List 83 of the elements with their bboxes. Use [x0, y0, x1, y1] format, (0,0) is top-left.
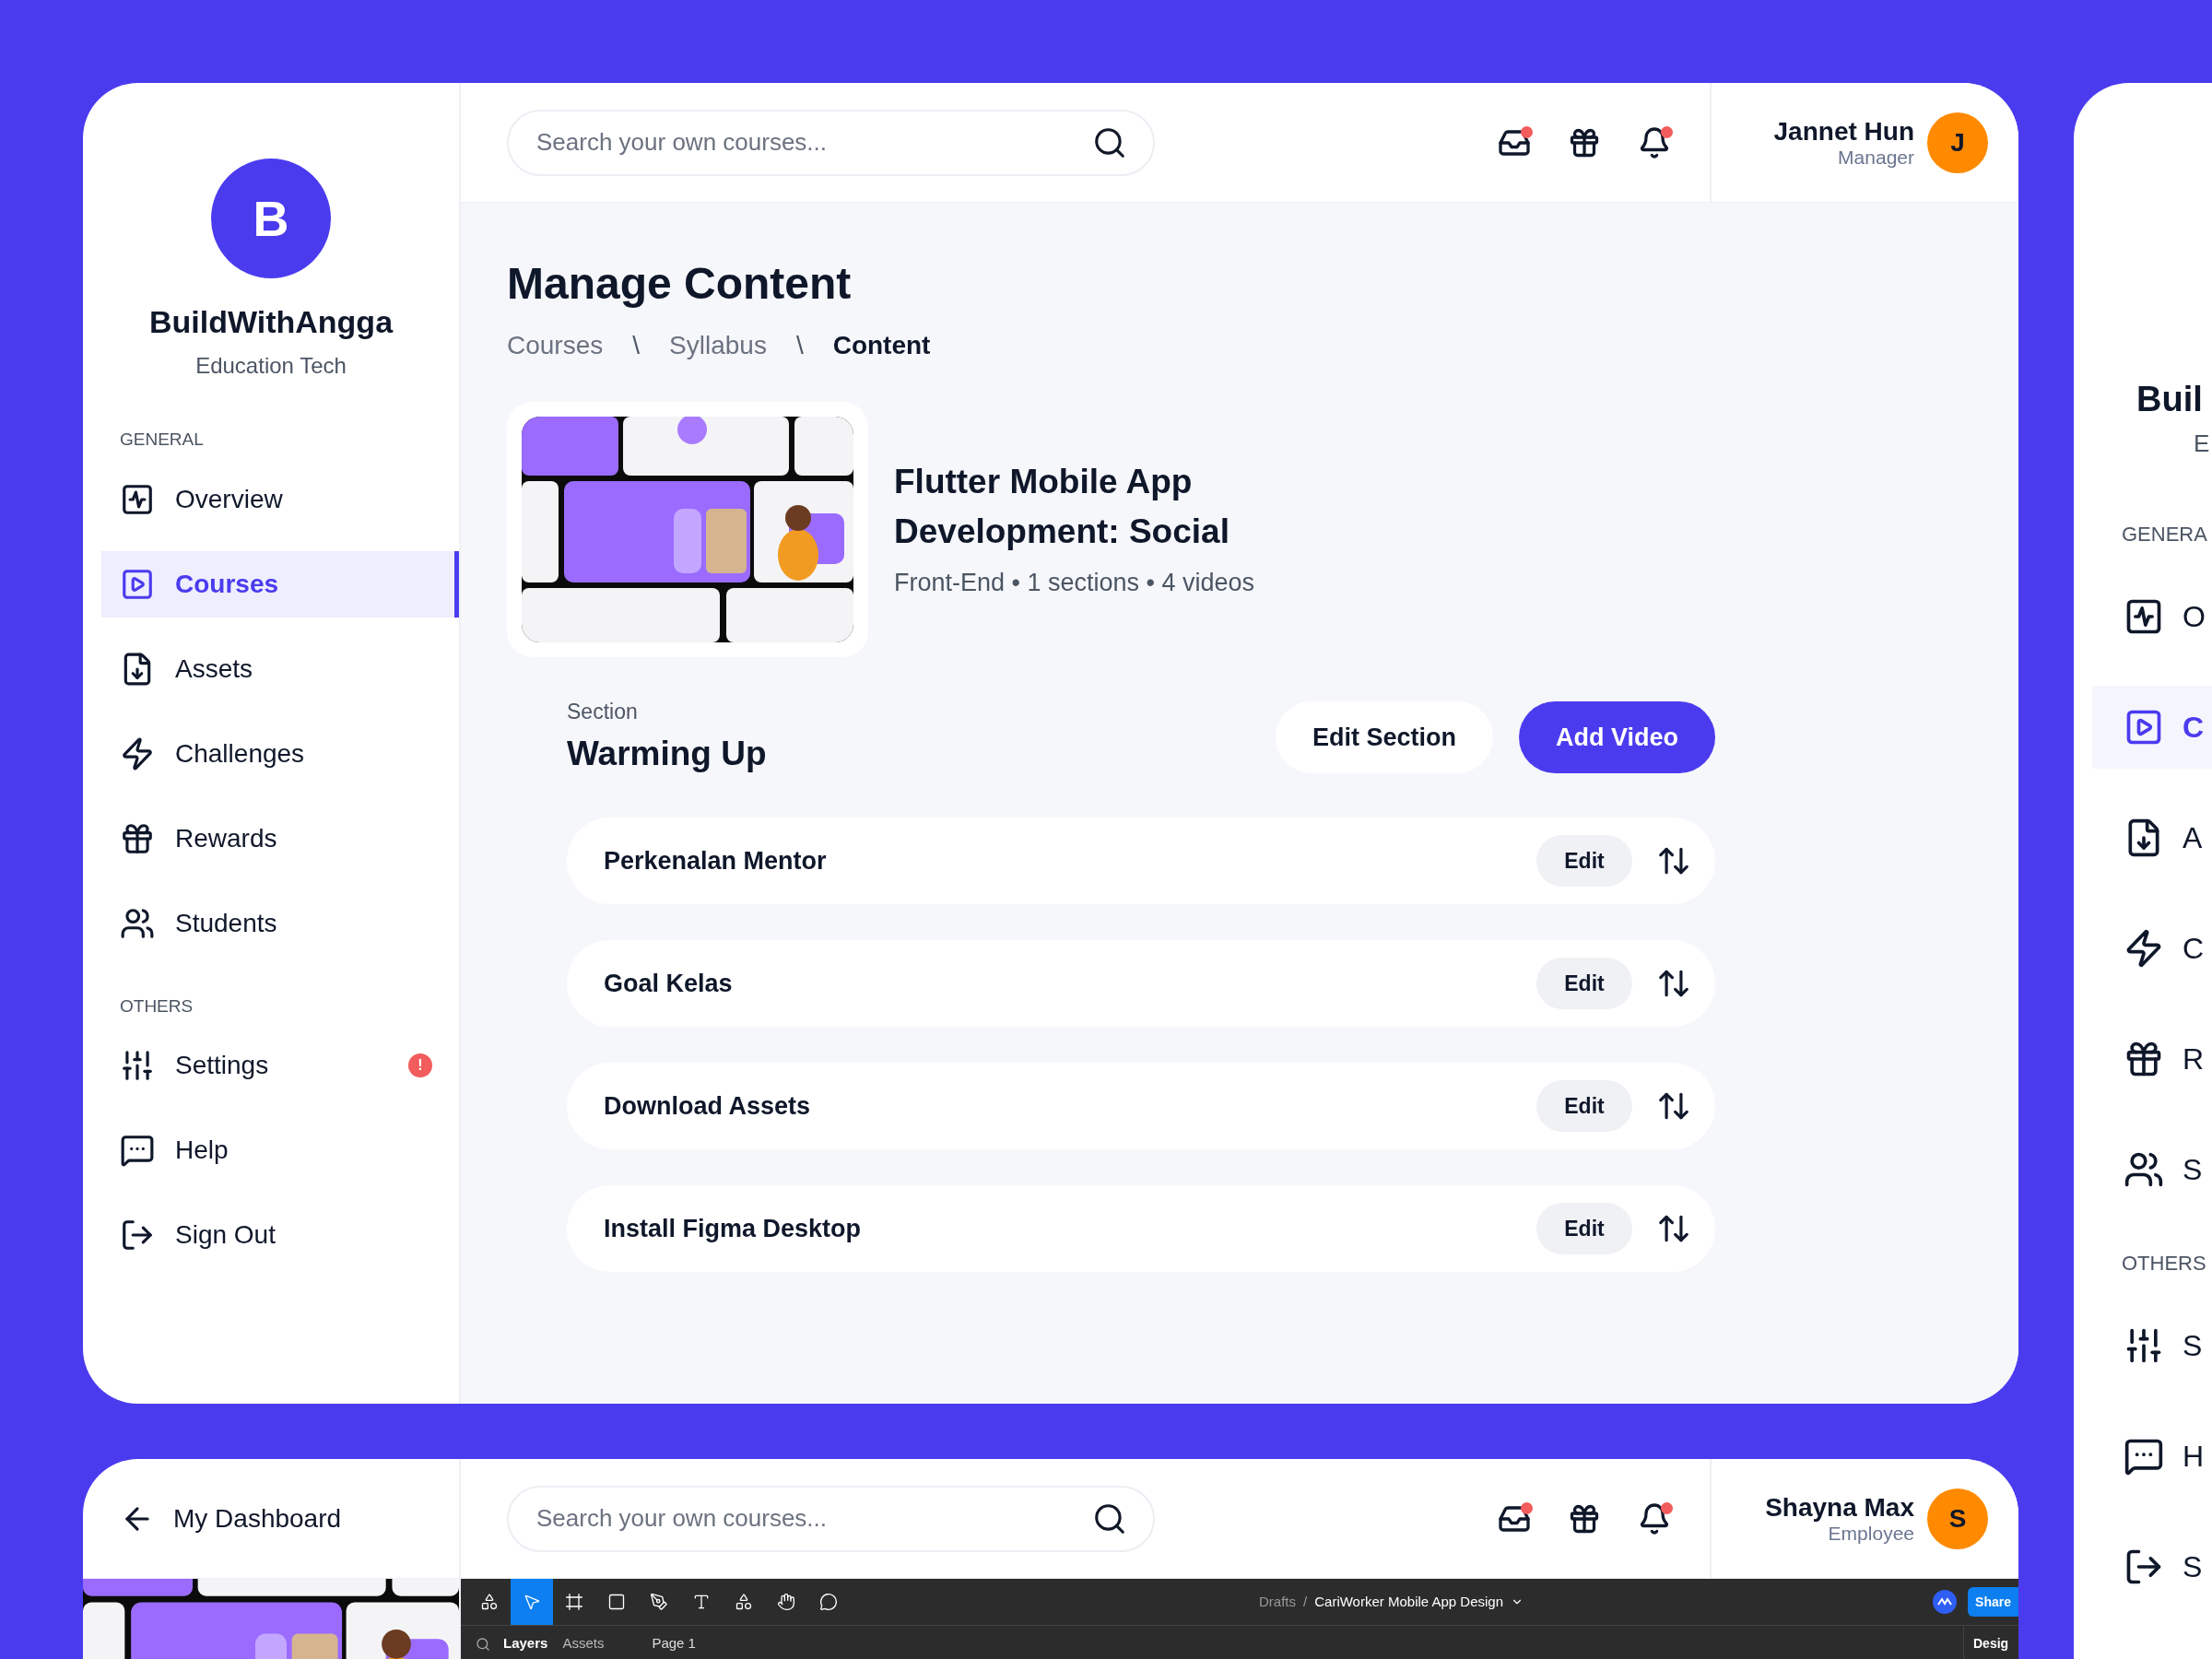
- section-title: Warming Up: [567, 733, 767, 774]
- add-video-button[interactable]: Add Video: [1519, 701, 1715, 773]
- shapes-icon: [480, 1593, 499, 1611]
- square-icon: [607, 1593, 626, 1611]
- edit-button[interactable]: Edit: [1536, 835, 1632, 887]
- nav-item[interactable]: Rewards: [101, 805, 459, 872]
- section-heading: GENERAL: [119, 429, 205, 451]
- back-link[interactable]: My Dashboard: [120, 1499, 342, 1538]
- course-title: Flutter Mobile App Development: Social: [894, 462, 1230, 553]
- nav-item[interactable]: Assets: [101, 635, 459, 702]
- panel-tab[interactable]: Layers: [503, 1633, 548, 1654]
- nav-item[interactable]: S: [2092, 1128, 2212, 1211]
- user-avatar[interactable]: [1933, 1590, 1958, 1614]
- bell-icon: [1638, 125, 1671, 159]
- lesson-title: Perkenalan Mentor: [604, 845, 828, 877]
- sign-out-icon: [120, 1218, 155, 1253]
- share-button[interactable]: Share: [1968, 1587, 2018, 1617]
- user-name: Jannet Hun: [1773, 118, 1914, 145]
- comment-icon: [819, 1593, 838, 1611]
- lesson-title: Goal Kelas: [604, 968, 734, 999]
- page-selector[interactable]: Page 1: [652, 1633, 696, 1654]
- path-separator: /: [1303, 1592, 1308, 1611]
- alert-badge: !: [408, 1053, 432, 1077]
- nav-item[interactable]: O: [2092, 575, 2212, 658]
- chat-icon: [120, 1133, 155, 1168]
- edit-button[interactable]: Edit: [1536, 1080, 1632, 1132]
- search-field[interactable]: Search your own courses...: [507, 109, 1155, 176]
- search-field[interactable]: Search your own courses...: [507, 1485, 1155, 1552]
- breadcrumb-link[interactable]: Syllabus: [669, 326, 767, 365]
- bell-icon: [1638, 1501, 1671, 1535]
- nav-item[interactable]: S: [2092, 1304, 2212, 1387]
- section-heading: OTHERS: [2121, 1251, 2207, 1277]
- frame-icon: [565, 1593, 583, 1611]
- breadcrumb-separator: \: [795, 330, 804, 361]
- nav-item[interactable]: S: [2092, 1525, 2212, 1608]
- nav-item[interactable]: C: [2092, 907, 2212, 990]
- brand-name: Buil: [2136, 379, 2204, 420]
- components-icon: [735, 1593, 753, 1611]
- user-role: Manager: [1838, 147, 1914, 167]
- lightning-icon: [120, 735, 155, 771]
- edit-button[interactable]: Edit: [1536, 1203, 1632, 1254]
- section-label: Section: [567, 699, 639, 725]
- search-icon[interactable]: [476, 1636, 490, 1652]
- folder-link[interactable]: Drafts: [1259, 1591, 1297, 1613]
- user-role: Employee: [1828, 1523, 1914, 1543]
- nav-item[interactable]: Challenges: [101, 720, 459, 787]
- avatar[interactable]: S: [1927, 1488, 1988, 1549]
- sliders-icon: [120, 1048, 155, 1083]
- lesson-title: Download Assets: [604, 1090, 812, 1122]
- nav-item[interactable]: Help: [101, 1117, 459, 1183]
- wave-icon: [1937, 1597, 1953, 1606]
- brand-name: BuildWithAngga: [148, 303, 394, 341]
- nav-item[interactable]: Overview: [101, 465, 459, 533]
- breadcrumb-link[interactable]: Content: [832, 326, 931, 365]
- nav-item[interactable]: Courses: [101, 550, 459, 618]
- section-heading: OTHERS: [119, 994, 194, 1018]
- pointer-icon: [523, 1593, 541, 1611]
- hand-icon: [777, 1593, 795, 1611]
- brand-subtitle: E: [2193, 429, 2211, 459]
- nav-item[interactable]: Students: [101, 889, 459, 957]
- edit-button[interactable]: Edit: [1536, 958, 1632, 1009]
- edit-section-button[interactable]: Edit Section: [1275, 701, 1493, 773]
- nav-item[interactable]: H: [2092, 1415, 2212, 1498]
- nav-item[interactable]: C: [2092, 686, 2212, 769]
- page-title: Manage Content: [507, 258, 853, 310]
- section-heading: GENERA: [2121, 522, 2208, 547]
- user-name: Shayna Max: [1765, 1494, 1914, 1521]
- course-meta: Front-End • 1 sections • 4 videos: [894, 568, 1256, 599]
- panel-tab[interactable]: Assets: [562, 1633, 605, 1654]
- lesson-title: Install Figma Desktop: [604, 1213, 863, 1244]
- design-tab[interactable]: Desig: [1973, 1634, 2009, 1653]
- logo: B: [211, 159, 331, 278]
- avatar[interactable]: J: [1927, 112, 1988, 173]
- nav-item[interactable]: R: [2092, 1018, 2212, 1100]
- brand-subtitle: Education Tech: [195, 352, 347, 380]
- breadcrumb-link[interactable]: Courses: [507, 326, 604, 365]
- text-icon: [692, 1593, 711, 1611]
- nav-item[interactable]: A: [2092, 796, 2212, 879]
- nav-item[interactable]: Sign Out: [101, 1202, 459, 1268]
- breadcrumb-separator: \: [632, 330, 641, 361]
- pen-icon: [650, 1593, 668, 1611]
- file-name[interactable]: CariWorker Mobile App Design: [1314, 1591, 1504, 1613]
- nav-item[interactable]: Settings !: [101, 1032, 459, 1099]
